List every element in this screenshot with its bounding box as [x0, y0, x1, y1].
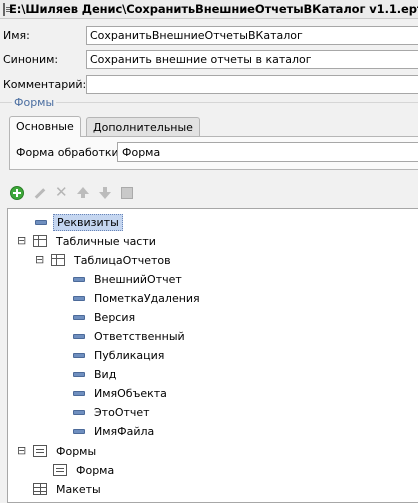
attribute-icon: [35, 219, 47, 225]
tree-item-forms[interactable]: ⊟ Формы: [17, 442, 99, 460]
form-icon: [33, 445, 47, 457]
tree-item-column[interactable]: ВнешнийОтчет: [73, 270, 185, 288]
synonym-label: Синоним:: [3, 53, 59, 66]
window-title: E:\Шиляев Денис\СохранитьВнешниеОтчетыВК…: [9, 2, 418, 16]
tab-main[interactable]: Основные: [9, 116, 81, 137]
tree-item-column[interactable]: ИмяОбъекта: [73, 384, 170, 402]
tree-item-requisites[interactable]: Реквизиты: [35, 213, 123, 231]
tree-item-column[interactable]: ИмяФайла: [73, 422, 157, 440]
name-field[interactable]: СохранитьВнешниеОтчетыВКаталог: [86, 26, 418, 45]
move-up-button[interactable]: [74, 184, 92, 202]
metadata-tree[interactable]: Реквизиты ⊟ Табличные части ⊟ ТаблицаОтч…: [7, 208, 418, 503]
comment-label: Комментарий:: [3, 78, 87, 91]
tree-item-column[interactable]: Версия: [73, 308, 138, 326]
form-icon: [53, 464, 67, 476]
layout-icon: [33, 483, 47, 495]
collapse-icon[interactable]: ⊟: [35, 254, 45, 265]
tree-item-label: Реквизиты: [53, 213, 123, 231]
properties-icon: [121, 187, 133, 199]
attribute-icon: [73, 276, 85, 282]
tree-item-label: ВнешнийОтчет: [94, 272, 182, 286]
tree-item-label: Табличные части: [56, 234, 156, 248]
pencil-icon: [34, 188, 46, 199]
move-down-button[interactable]: [96, 184, 114, 202]
tree-item-tabular-parts[interactable]: ⊟ Табличные части: [17, 232, 159, 250]
tree-item-label: Публикация: [94, 348, 165, 362]
tree-item-label: Форма: [76, 463, 115, 477]
tree-toolbar: ✕: [8, 184, 136, 204]
table-icon: [33, 235, 47, 247]
tree-item-column[interactable]: Ответственный: [73, 327, 188, 345]
attribute-icon: [73, 352, 85, 358]
attribute-icon: [73, 428, 85, 434]
delete-button[interactable]: ✕: [52, 184, 70, 202]
attribute-icon: [73, 314, 85, 320]
comment-field[interactable]: [86, 75, 418, 94]
forms-group-divider: [0, 102, 418, 103]
processing-form-field[interactable]: Форма: [117, 142, 418, 162]
delete-icon: ✕: [55, 183, 68, 201]
tree-item-column[interactable]: ЭтоОтчет: [73, 403, 153, 421]
tree-item-label: Ответственный: [94, 329, 185, 343]
edit-button[interactable]: [30, 184, 48, 202]
tree-item-reports-table[interactable]: ⊟ ТаблицаОтчетов: [35, 251, 174, 269]
add-icon: [10, 186, 24, 200]
processing-form-label: Форма обработки:: [16, 146, 123, 159]
tree-item-form[interactable]: Форма: [53, 461, 117, 479]
attribute-icon: [73, 295, 85, 301]
document-icon: [3, 2, 10, 16]
attribute-icon: [73, 371, 85, 377]
properties-button[interactable]: [118, 184, 136, 202]
tree-item-label: ТаблицаОтчетов: [74, 253, 171, 267]
collapse-icon[interactable]: ⊟: [17, 235, 27, 246]
tree-item-label: Версия: [94, 310, 136, 324]
move-down-icon: [99, 187, 111, 199]
attribute-icon: [73, 333, 85, 339]
tree-item-layouts[interactable]: Макеты: [33, 480, 104, 498]
forms-group-title: Формы: [12, 96, 57, 109]
tree-item-label: ЭтоОтчет: [94, 405, 150, 419]
tree-item-label: ИмяОбъекта: [94, 386, 167, 400]
tree-item-label: Формы: [56, 444, 97, 458]
attribute-icon: [73, 409, 85, 415]
synonym-field[interactable]: Сохранить внешние отчеты в каталог: [86, 50, 418, 69]
window-titlebar: E:\Шиляев Денис\СохранитьВнешниеОтчетыВК…: [0, 0, 418, 19]
tree-item-label: ИмяФайла: [94, 424, 155, 438]
name-label: Имя:: [3, 29, 30, 42]
tree-item-label: Макеты: [56, 482, 101, 496]
tree-item-column[interactable]: Вид: [73, 365, 119, 383]
move-up-icon: [77, 187, 89, 198]
table-icon: [51, 254, 65, 266]
collapse-icon[interactable]: ⊟: [17, 445, 27, 456]
tree-item-label: Вид: [94, 367, 117, 381]
tree-item-label: ПометкаУдаления: [94, 291, 200, 305]
add-button[interactable]: [8, 184, 26, 202]
tree-item-column[interactable]: ПометкаУдаления: [73, 289, 203, 307]
tree-item-column[interactable]: Публикация: [73, 346, 167, 364]
tab-additional[interactable]: Дополнительные: [86, 117, 200, 136]
attribute-icon: [73, 390, 85, 396]
